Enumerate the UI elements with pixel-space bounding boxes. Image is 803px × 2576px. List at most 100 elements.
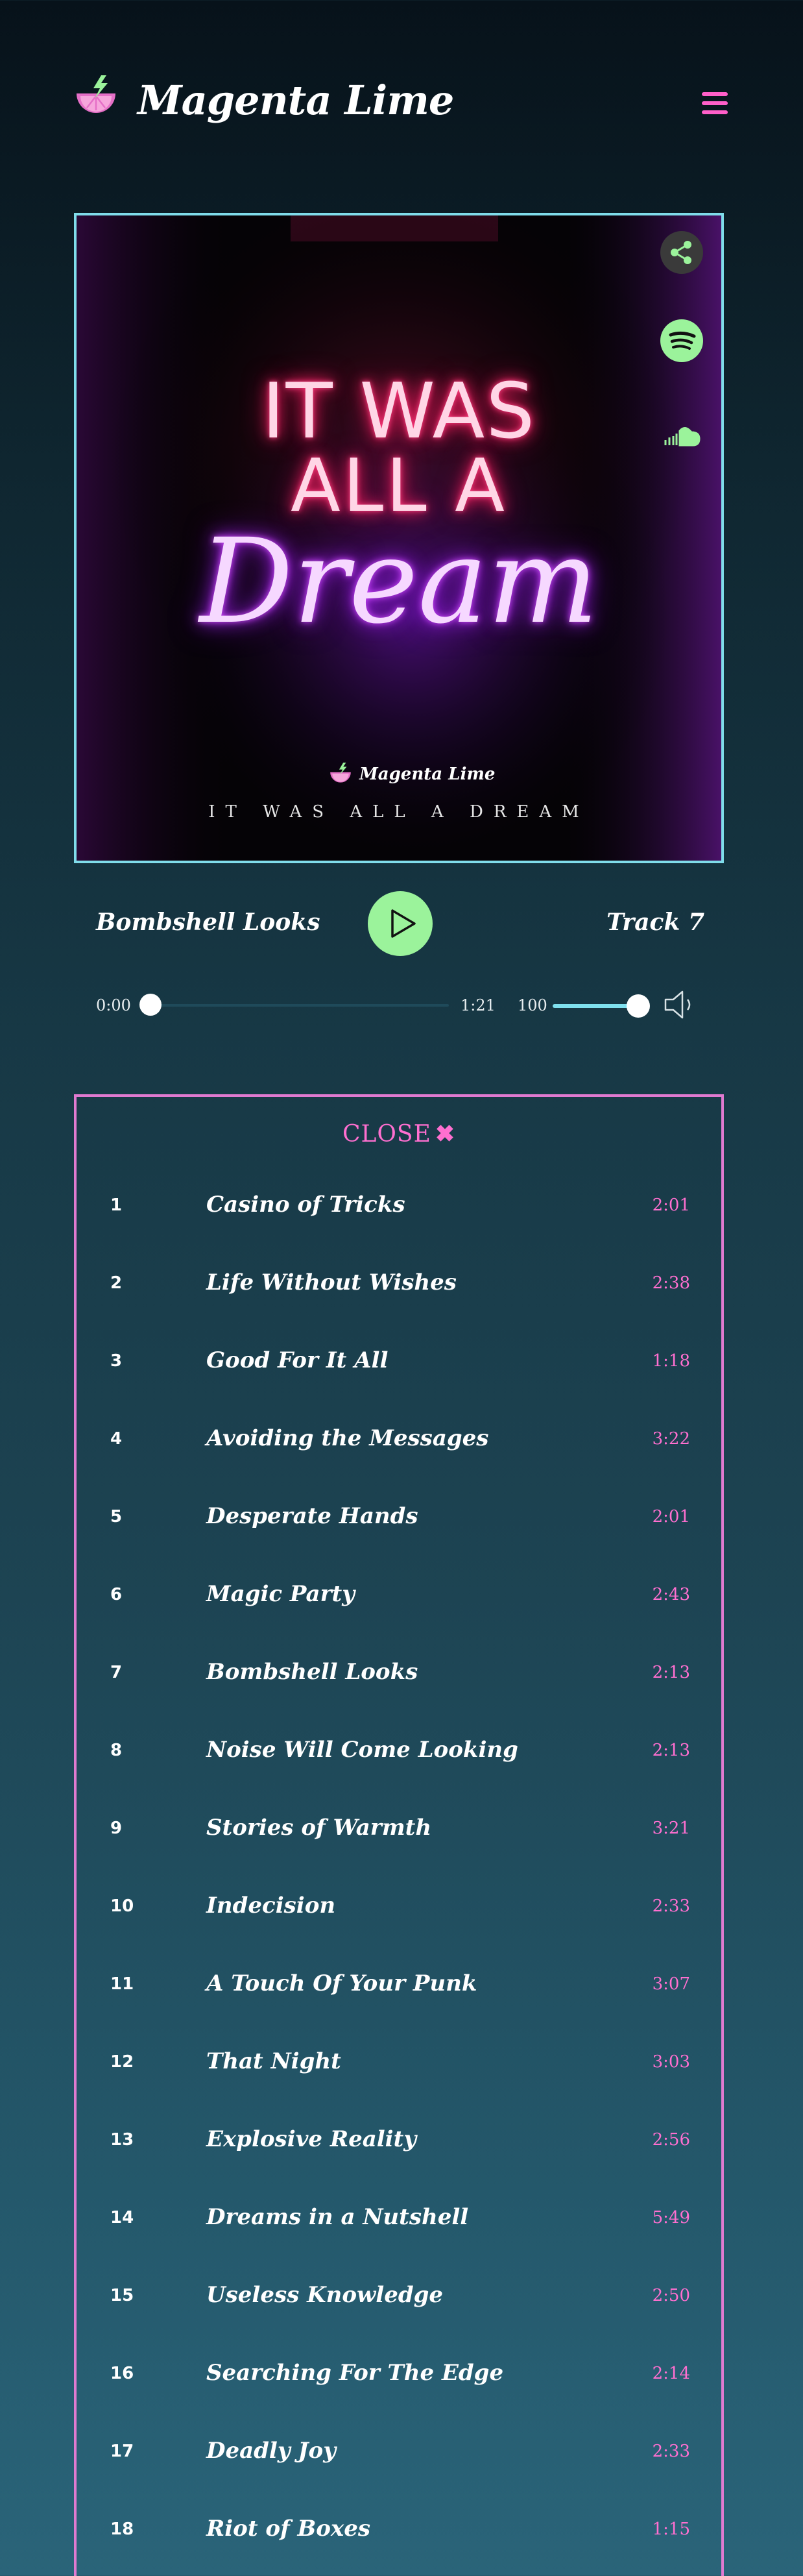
track-row[interactable]: 8 Noise Will Come Looking 2:13 bbox=[77, 1719, 721, 1797]
track-row[interactable]: 16 Searching For The Edge 2:14 bbox=[77, 2342, 721, 2420]
track-row[interactable]: 15 Useless Knowledge 2:50 bbox=[77, 2264, 721, 2342]
track-title: Bombshell Looks bbox=[206, 1659, 418, 1685]
track-list: 1 Casino of Tricks 2:01 2 Life Without Wishe… bbox=[77, 1173, 721, 2575]
track-duration: 2:01 bbox=[652, 1507, 690, 1527]
volume-fill bbox=[553, 1004, 638, 1008]
track-duration: 2:13 bbox=[652, 1741, 690, 1760]
album-label-brand: Magenta Lime bbox=[359, 765, 496, 784]
track-number: 6 bbox=[110, 1585, 123, 1604]
track-row[interactable]: 9 Stories of Warmth 3:21 bbox=[77, 1797, 721, 1874]
track-number: 17 bbox=[110, 2442, 134, 2461]
track-duration: 2:14 bbox=[652, 2364, 690, 2383]
track-title: That Night bbox=[206, 2048, 341, 2074]
track-row[interactable]: 7 Bombshell Looks 2:13 bbox=[77, 1641, 721, 1719]
spotify-icon[interactable] bbox=[660, 319, 703, 362]
track-row[interactable]: 11 A Touch Of Your Punk 3:07 bbox=[77, 1952, 721, 2030]
track-row[interactable]: 12 That Night 3:03 bbox=[77, 2030, 721, 2108]
track-duration: 2:38 bbox=[652, 1273, 690, 1293]
track-duration: 5:49 bbox=[652, 2208, 690, 2227]
track-row[interactable]: 2 Life Without Wishes 2:38 bbox=[77, 1251, 721, 1329]
track-row[interactable]: 6 Magic Party 2:43 bbox=[77, 1563, 721, 1641]
track-title: Casino of Tricks bbox=[206, 1192, 405, 1218]
track-title: Noise Will Come Looking bbox=[206, 1737, 518, 1763]
track-row[interactable]: 3 Good For It All 1:18 bbox=[77, 1329, 721, 1407]
track-row[interactable]: 14 Dreams in a Nutshell 5:49 bbox=[77, 2186, 721, 2264]
close-label: CLOSE bbox=[342, 1121, 431, 1147]
track-row[interactable]: 4 Avoiding the Messages 3:22 bbox=[77, 1407, 721, 1485]
track-number: 16 bbox=[110, 2364, 134, 2383]
track-number: 14 bbox=[110, 2208, 134, 2227]
track-duration: 3:22 bbox=[652, 1429, 690, 1449]
track-number: 9 bbox=[110, 1819, 123, 1838]
current-song-title: Bombshell Looks bbox=[96, 909, 320, 936]
volume-slider[interactable] bbox=[553, 994, 650, 1018]
speaker-icon[interactable] bbox=[660, 985, 699, 1024]
track-title: Explosive Reality bbox=[206, 2126, 417, 2152]
track-duration: 2:50 bbox=[652, 2286, 690, 2305]
track-number-label: Track 7 bbox=[606, 909, 704, 936]
track-title: Searching For The Edge bbox=[206, 2360, 504, 2386]
time-current: 0:00 bbox=[96, 996, 131, 1014]
track-number: 4 bbox=[110, 1429, 123, 1449]
album-cover: IT WAS ALL A Dream Magenta Lime IT WAS A… bbox=[74, 213, 724, 863]
audio-player: Bombshell Looks Track 7 0:00 1:21 100 bbox=[73, 889, 728, 1045]
track-title: Life Without Wishes bbox=[206, 1270, 457, 1295]
track-title: Good For It All bbox=[206, 1347, 389, 1373]
track-number: 1 bbox=[110, 1196, 123, 1215]
track-duration: 1:15 bbox=[652, 2520, 690, 2539]
track-number: 5 bbox=[110, 1507, 123, 1527]
track-number: 3 bbox=[110, 1351, 123, 1371]
track-title: Dreams in a Nutshell bbox=[206, 2204, 469, 2230]
track-duration: 2:13 bbox=[652, 1663, 690, 1682]
track-duration: 3:07 bbox=[652, 1974, 690, 1994]
neon-line-1: IT WAS bbox=[261, 366, 536, 456]
seek-handle[interactable] bbox=[139, 994, 162, 1016]
track-row[interactable]: 17 Deadly Joy 2:33 bbox=[77, 2420, 721, 2497]
track-row[interactable]: 13 Explosive Reality 2:56 bbox=[77, 2108, 721, 2186]
site-header: Magenta Lime bbox=[73, 71, 728, 143]
track-title: Stories of Warmth bbox=[206, 1815, 432, 1841]
close-playlist-button[interactable]: CLOSE ✖ bbox=[77, 1120, 721, 1147]
volume-value: 100 bbox=[518, 996, 547, 1014]
track-number: 10 bbox=[110, 1896, 134, 1916]
track-number: 12 bbox=[110, 2052, 134, 2072]
volume-handle[interactable] bbox=[627, 994, 650, 1018]
play-button[interactable] bbox=[368, 891, 433, 956]
track-duration: 2:33 bbox=[652, 2442, 690, 2461]
playlist-panel: CLOSE ✖ 1 Casino of Tricks 2:01 2 Life Withou… bbox=[74, 1094, 724, 2576]
track-title: Riot of Boxes bbox=[206, 2516, 370, 2542]
track-duration: 3:03 bbox=[652, 2052, 690, 2072]
track-number: 15 bbox=[110, 2286, 134, 2305]
track-number: 11 bbox=[110, 1974, 134, 1994]
album-caption: IT WAS ALL A DREAM bbox=[208, 802, 590, 822]
lime-slice-lightning-icon bbox=[330, 763, 351, 783]
track-number: 7 bbox=[110, 1663, 123, 1682]
brand-name[interactable]: Magenta Lime bbox=[138, 77, 454, 124]
track-title: Indecision bbox=[206, 1893, 336, 1919]
track-number: 2 bbox=[110, 1273, 123, 1293]
track-duration: 2:43 bbox=[652, 1585, 690, 1604]
time-total: 1:21 bbox=[461, 996, 496, 1014]
lime-slice-lightning-icon[interactable] bbox=[73, 74, 119, 121]
track-title: Useless Knowledge bbox=[206, 2282, 444, 2308]
close-icon: ✖ bbox=[435, 1120, 456, 1147]
track-number: 13 bbox=[110, 2130, 134, 2150]
track-row[interactable]: 10 Indecision 2:33 bbox=[77, 1874, 721, 1952]
track-duration: 2:56 bbox=[652, 2130, 690, 2150]
soundcloud-icon[interactable] bbox=[660, 423, 703, 449]
track-title: A Touch Of Your Punk bbox=[206, 1970, 477, 1996]
share-icon[interactable] bbox=[660, 231, 703, 274]
play-icon bbox=[391, 909, 416, 938]
track-number: 8 bbox=[110, 1741, 123, 1760]
neon-line-3: Dream bbox=[199, 514, 599, 650]
track-duration: 3:21 bbox=[652, 1819, 690, 1838]
track-title: Magic Party bbox=[206, 1581, 355, 1607]
seek-slider[interactable] bbox=[139, 994, 449, 1016]
track-duration: 2:01 bbox=[652, 1196, 690, 1215]
hamburger-menu-icon[interactable] bbox=[702, 92, 728, 116]
track-row[interactable]: 18 Riot of Boxes 1:15 bbox=[77, 2497, 721, 2575]
track-number: 18 bbox=[110, 2520, 134, 2539]
track-row[interactable]: 5 Desperate Hands 2:01 bbox=[77, 1485, 721, 1563]
track-title: Avoiding the Messages bbox=[206, 1425, 489, 1451]
track-row[interactable]: 1 Casino of Tricks 2:01 bbox=[77, 1173, 721, 1251]
